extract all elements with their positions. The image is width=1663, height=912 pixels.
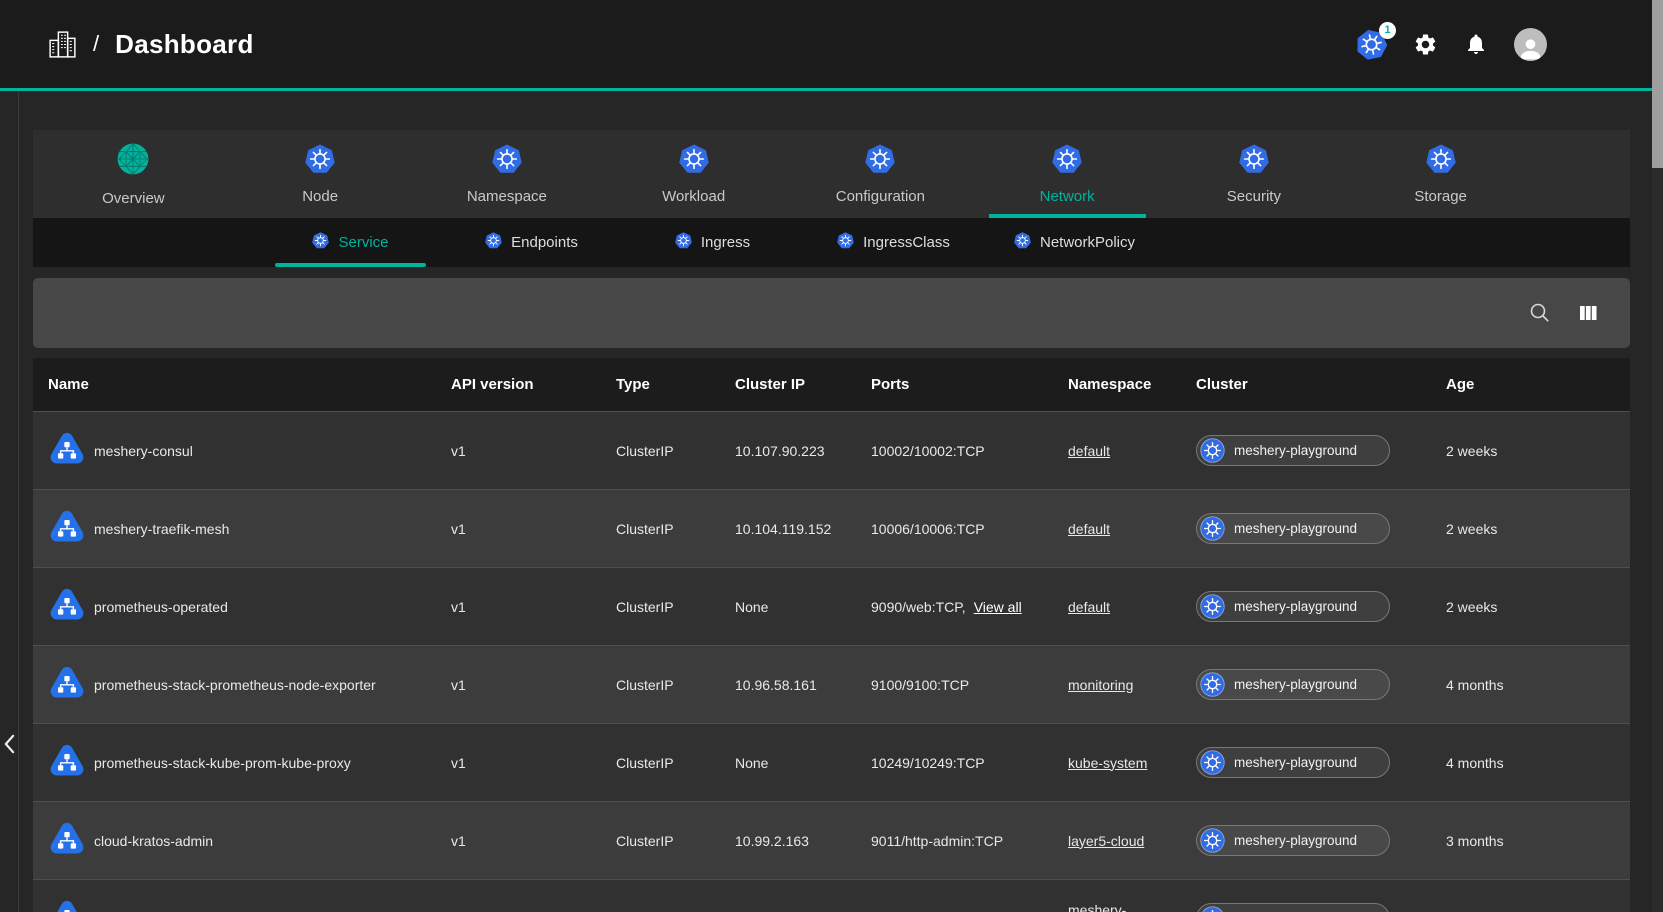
service-name: meshery-consul (94, 443, 193, 459)
services-table: Name API version Type Cluster IP Ports N… (33, 358, 1630, 912)
table-header-row: Name API version Type Cluster IP Ports N… (33, 358, 1630, 411)
user-avatar[interactable] (1514, 28, 1547, 61)
namespace-link[interactable]: default (1068, 443, 1110, 459)
tab-storage[interactable]: Storage (1347, 130, 1534, 218)
subtab-service[interactable]: Service (260, 218, 441, 267)
cluster-chip[interactable]: meshery-playground (1196, 747, 1390, 778)
tab-overview[interactable]: Overview (40, 130, 227, 218)
cluster-chip[interactable]: meshery-playground (1196, 435, 1390, 466)
col-header-api-version: API version (451, 376, 616, 393)
notifications-button[interactable] (1464, 32, 1488, 56)
cluster-chip[interactable]: meshery-playground (1196, 513, 1390, 544)
namespace-link[interactable]: default (1068, 521, 1110, 537)
page-scrollbar (1652, 0, 1663, 912)
kubernetes-icon (837, 232, 854, 253)
service-name: prometheus-stack-prometheus-node-exporte… (94, 677, 376, 693)
kubernetes-icon (312, 232, 329, 253)
table-row[interactable]: prometheus-operated v1 ClusterIP None 90… (33, 567, 1630, 645)
search-button[interactable] (1528, 301, 1552, 325)
breadcrumb-separator: / (93, 31, 99, 57)
service-name: prometheus-stack-kube-prom-kube-proxy (94, 755, 351, 771)
col-header-ports: Ports (871, 376, 1068, 393)
table-row[interactable]: cloud-kratos-admin v1 ClusterIP 10.99.2.… (33, 801, 1630, 879)
context-count-badge: 1 (1379, 22, 1396, 39)
kubernetes-icon (1426, 144, 1456, 179)
kubernetes-icon (865, 144, 895, 179)
kubernetes-icon (305, 144, 335, 179)
tab-namespace[interactable]: Namespace (414, 130, 601, 218)
cluster-chip[interactable]: meshery-playground (1196, 591, 1390, 622)
namespace-link[interactable]: layer5-cloud (1068, 833, 1144, 849)
col-header-cluster-ip: Cluster IP (735, 376, 871, 393)
scrollbar-thumb[interactable] (1652, 0, 1663, 168)
table-row[interactable]: prometheus-stack-kube-prom-kube-proxy v1… (33, 723, 1630, 801)
view-columns-button[interactable] (1576, 301, 1600, 325)
col-header-type: Type (616, 376, 735, 393)
settings-button[interactable] (1413, 32, 1438, 57)
service-topology-icon (48, 898, 86, 912)
drawer-collapse-button[interactable] (0, 730, 18, 760)
subtab-endpoints[interactable]: Endpoints (441, 218, 622, 267)
table-row[interactable]: prometheus-stack-prometheus-node-exporte… (33, 645, 1630, 723)
kubernetes-icon (1239, 144, 1269, 179)
tab-configuration[interactable]: Configuration (787, 130, 974, 218)
header-accent-divider (0, 88, 1663, 91)
cluster-chip[interactable]: meshery-playground (1196, 669, 1390, 700)
service-topology-icon (48, 664, 86, 705)
kubernetes-icon (492, 144, 522, 179)
subtab-ingress[interactable]: Ingress (622, 218, 803, 267)
table-row[interactable]: meshery-consul v1 ClusterIP 10.107.90.22… (33, 411, 1630, 489)
tab-network[interactable]: Network (974, 130, 1161, 218)
col-header-age: Age (1446, 376, 1630, 393)
namespace-link[interactable]: kube-system (1068, 755, 1147, 771)
tab-security[interactable]: Security (1161, 130, 1348, 218)
subtab-ingressclass[interactable]: IngressClass (803, 218, 984, 267)
service-topology-icon (48, 430, 86, 471)
view-all-ports-link[interactable]: View all (974, 599, 1022, 615)
service-topology-icon (48, 508, 86, 549)
table-row[interactable]: meshery-traefik-mesh v1 ClusterIP 10.104… (33, 489, 1630, 567)
cluster-chip[interactable]: meshery-playground (1196, 903, 1390, 912)
kubernetes-icon (675, 232, 692, 253)
chevron-left-icon (4, 734, 15, 757)
namespace-link[interactable]: monitoring (1068, 677, 1133, 693)
resource-tabs: Overview Node Namespace Workload Configu… (33, 130, 1630, 218)
tab-node[interactable]: Node (227, 130, 414, 218)
kubernetes-icon (485, 232, 502, 253)
service-topology-icon (48, 820, 86, 861)
page-title: Dashboard (115, 29, 254, 60)
network-subtabs: Service Endpoints Ingress IngressClass N… (33, 218, 1630, 267)
app-header: / Dashboard 1 (0, 0, 1663, 88)
building-icon[interactable] (46, 28, 79, 61)
col-header-name: Name (48, 376, 451, 393)
subtab-networkpolicy[interactable]: NetworkPolicy (984, 218, 1165, 267)
col-header-namespace: Namespace (1068, 376, 1196, 393)
col-header-cluster: Cluster (1196, 376, 1446, 393)
service-name: cloud-kratos-admin (94, 833, 213, 849)
kubernetes-icon (1052, 144, 1082, 179)
kubernetes-context-button[interactable]: 1 (1356, 29, 1387, 60)
meshery-sphere-icon (116, 142, 150, 181)
service-topology-icon (48, 742, 86, 783)
breadcrumb: / Dashboard (46, 28, 254, 61)
table-row[interactable]: meshery- meshery-playground (33, 879, 1630, 912)
table-toolbar (33, 278, 1630, 348)
kubernetes-icon (679, 144, 709, 179)
kubernetes-icon (1014, 232, 1031, 253)
service-name: prometheus-operated (94, 599, 228, 615)
namespace-link[interactable]: meshery- (1068, 902, 1158, 912)
drawer-divider (18, 91, 19, 912)
service-topology-icon (48, 586, 86, 627)
namespace-link[interactable]: default (1068, 599, 1110, 615)
cluster-chip[interactable]: meshery-playground (1196, 825, 1390, 856)
service-name: meshery-traefik-mesh (94, 521, 229, 537)
tab-workload[interactable]: Workload (600, 130, 787, 218)
